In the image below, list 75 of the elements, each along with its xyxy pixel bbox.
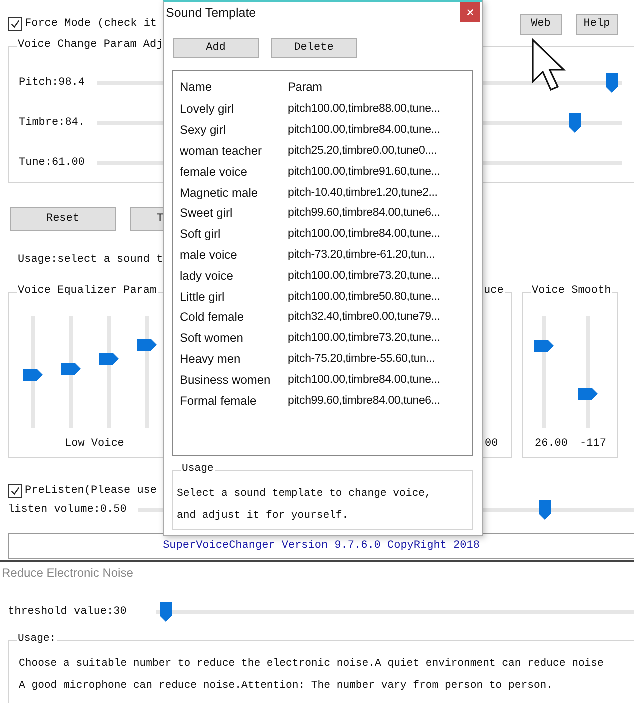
column-header[interactable]: Param <box>288 80 322 94</box>
template-param: pitch-73.20,timbre-61.20,tun... <box>288 248 436 261</box>
slider-thumb[interactable] <box>534 340 554 352</box>
slider-label: listen volume:0.50 <box>7 504 128 516</box>
template-name[interactable]: Soft women <box>173 331 288 346</box>
template-param: pitch-10.40,timbre1.20,tune2... <box>288 186 438 199</box>
close-button[interactable] <box>460 2 480 22</box>
slider-value: 00 <box>485 438 498 450</box>
template-name[interactable]: Soft girl <box>173 227 288 242</box>
template-param: pitch100.00,timbre50.80,tune... <box>288 290 440 303</box>
slider-value: 26.00 <box>535 438 568 450</box>
action-button[interactable]: Reset <box>10 207 116 231</box>
close-icon <box>466 8 474 16</box>
template-name[interactable]: Little girl <box>173 290 288 304</box>
slider-thumb[interactable] <box>23 369 43 382</box>
toolbar-button[interactable]: Help <box>576 14 618 34</box>
template-name[interactable]: Formal female <box>173 394 288 408</box>
slider-thumb[interactable] <box>99 352 119 365</box>
dialog-title: Sound Template <box>165 5 256 20</box>
group-title: Usage <box>181 463 215 475</box>
action-button[interactable]: Add <box>173 38 259 58</box>
template-name[interactable]: Sexy girl <box>173 123 288 138</box>
slider-label: Tune:61.00 <box>18 157 86 169</box>
usage-text: Choose a suitable number to reduce the electronic noise.A quiet environment can reduce noise <box>19 657 605 672</box>
slider-value: -117 <box>580 438 606 450</box>
template-param: pitch25.20,timbre0.00,tune0.... <box>288 144 438 157</box>
checkbox[interactable] <box>8 484 22 498</box>
mouse-cursor-icon <box>531 38 567 94</box>
template-param: pitch99.60,timbre84.00,tune6... <box>288 207 440 220</box>
action-button[interactable]: Delete <box>271 38 357 58</box>
slider-thumb[interactable] <box>568 113 581 133</box>
template-param: pitch100.00,timbre73.20,tune... <box>288 270 440 282</box>
slider-caption: Low Voice <box>65 438 124 450</box>
template-param: pitch100.00,timbre84.00,tune... <box>288 374 440 386</box>
slider-thumb[interactable] <box>61 362 81 375</box>
slider-thumb[interactable] <box>578 388 598 400</box>
template-name[interactable]: Sweet girl <box>173 206 288 220</box>
template-param: pitch-75.20,timbre-55.60,tun... <box>288 352 436 365</box>
template-param: pitch100.00,timbre84.00,tune... <box>288 124 440 136</box>
group-title: Usage: <box>17 633 58 645</box>
slider-thumb[interactable] <box>606 73 618 93</box>
slider-thumb[interactable] <box>160 602 172 622</box>
checkbox[interactable] <box>8 17 22 31</box>
template-param: pitch32.40,timbre0.00,tune79... <box>288 311 440 324</box>
slider-label: Timbre:84. <box>18 117 86 129</box>
usage-text: Select a sound template to change voice, <box>177 487 432 502</box>
template-param: pitch100.00,timbre91.60,tune... <box>288 166 440 178</box>
usage-text: Usage:select a sound t <box>18 254 164 268</box>
column-header[interactable]: Name <box>173 80 288 94</box>
template-param: pitch99.60,timbre84.00,tune6... <box>288 394 440 407</box>
usage-text: A good microphone can reduce noise.Attention: The number vary from person to person. <box>19 679 554 694</box>
usage-text: and adjust it for yourself. <box>177 509 350 524</box>
group-title: Voice Equalizer Param <box>17 285 158 297</box>
template-name[interactable]: Lovely girl <box>173 102 288 116</box>
template-name[interactable]: Cold female <box>173 310 288 324</box>
checkbox-label: Force Mode (check it <box>25 18 158 30</box>
template-name[interactable]: female voice <box>173 164 288 179</box>
template-name[interactable]: Heavy men <box>173 352 288 366</box>
template-name[interactable]: Business women <box>173 372 288 387</box>
version-text: SuperVoiceChanger Version 9.7.6.0 CopyRight 2018 <box>163 540 480 552</box>
template-param: pitch100.00,timbre88.00,tune... <box>288 103 440 116</box>
template-name[interactable]: male voice <box>173 248 288 262</box>
template-param: pitch100.00,timbre73.20,tune... <box>288 332 440 344</box>
slider-thumb[interactable] <box>538 500 551 520</box>
group-title: Voice Change Param Adj <box>17 39 164 51</box>
toolbar-button[interactable]: Web <box>520 14 562 34</box>
template-name[interactable]: woman teacher <box>173 144 288 158</box>
template-name[interactable]: lady voice <box>173 268 288 283</box>
slider-label: Pitch:98.4 <box>18 77 86 89</box>
slider-thumb[interactable] <box>137 339 157 352</box>
template-param: pitch100.00,timbre84.00,tune... <box>288 228 440 240</box>
template-name[interactable]: Magnetic male <box>173 186 288 200</box>
slider-label: threshold value:30 <box>7 606 128 618</box>
checkbox-label: PreListen(Please use <box>25 485 158 497</box>
window-title: Reduce Electronic Noise <box>1 566 134 582</box>
